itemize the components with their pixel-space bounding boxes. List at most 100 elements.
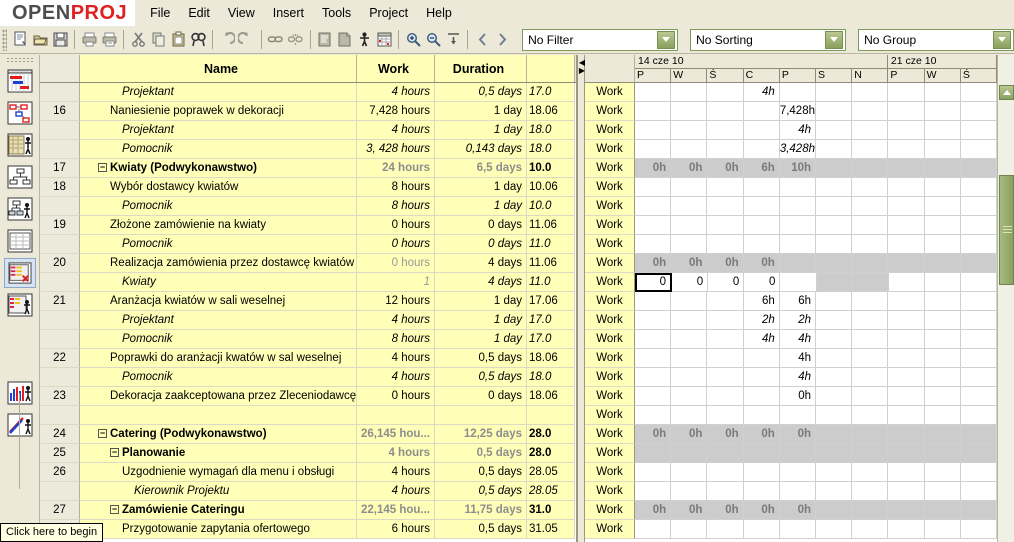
usage-grid-cell[interactable] <box>816 83 852 102</box>
usage-grid-cell[interactable] <box>925 482 961 501</box>
usage-grid-cell[interactable]: 0h <box>744 501 780 520</box>
row-start-cell[interactable]: 17.0 <box>527 311 575 330</box>
row-id-cell[interactable]: 27 <box>40 501 80 520</box>
usage-grid-cell[interactable]: 0h <box>635 501 671 520</box>
row-duration-cell[interactable]: 0,5 days <box>435 444 527 463</box>
zoom-out-icon[interactable] <box>423 28 443 52</box>
collapse-icon[interactable]: − <box>110 448 119 457</box>
work-label-cell[interactable]: Work <box>585 140 635 159</box>
row-duration-cell[interactable]: 0 days <box>435 387 527 406</box>
prev-icon[interactable] <box>472 28 492 52</box>
row-duration-cell[interactable]: 1 day <box>435 102 527 121</box>
table-row[interactable] <box>40 406 576 425</box>
usage-grid-row[interactable]: 2h2h <box>635 311 997 330</box>
filter-combo[interactable]: No Filter <box>522 29 678 51</box>
usage-grid-cell[interactable] <box>888 482 924 501</box>
work-label-cell[interactable]: Work <box>585 311 635 330</box>
usage-grid-cell[interactable] <box>635 216 671 235</box>
row-work-cell[interactable]: 26,145 hou... <box>357 425 435 444</box>
usage-grid-row[interactable] <box>635 216 997 235</box>
menu-insert[interactable]: Insert <box>264 3 313 23</box>
row-duration-cell[interactable]: 0,5 days <box>435 368 527 387</box>
row-id-cell[interactable]: 25 <box>40 444 80 463</box>
usage-grid-cell[interactable] <box>780 463 816 482</box>
row-id-cell[interactable]: 24 <box>40 425 80 444</box>
notes-icon[interactable] <box>334 28 354 52</box>
usage-grid-cell[interactable]: 3,428h <box>780 140 816 159</box>
usage-grid-cell[interactable] <box>961 197 997 216</box>
usage-grid-cell[interactable] <box>888 425 924 444</box>
usage-grid-cell[interactable] <box>925 387 961 406</box>
usage-grid-cell[interactable] <box>671 368 707 387</box>
usage-grid-cell[interactable] <box>852 330 888 349</box>
usage-grid-cell[interactable] <box>961 368 997 387</box>
usage-grid-cell[interactable] <box>635 406 671 425</box>
usage-grid-cell[interactable] <box>635 235 671 254</box>
row-start-cell[interactable]: 11.0 <box>527 273 575 292</box>
usage-grid-cell[interactable] <box>852 254 888 273</box>
open-icon[interactable] <box>30 28 50 52</box>
row-work-cell[interactable]: 1 <box>357 273 435 292</box>
row-work-cell[interactable] <box>357 406 435 425</box>
usage-grid-cell[interactable] <box>961 311 997 330</box>
row-name-cell[interactable]: Wybór dostawcy kwiatów <box>80 178 357 197</box>
usage-grid-cell[interactable] <box>671 216 707 235</box>
row-name-cell[interactable]: Pomocnik <box>80 235 357 254</box>
sidebar-item-rbs[interactable] <box>4 194 36 224</box>
usage-grid-cell[interactable] <box>852 159 888 178</box>
print-preview-icon[interactable] <box>99 28 119 52</box>
table-row[interactable]: Projektant4 hours1 day17.0 <box>40 311 576 330</box>
assign-resources-icon[interactable] <box>354 28 374 52</box>
row-duration-cell[interactable]: 1 day <box>435 121 527 140</box>
usage-grid-cell[interactable] <box>853 273 889 292</box>
row-name-cell[interactable]: Złożone zamówienie na kwiaty <box>80 216 357 235</box>
usage-grid-cell[interactable] <box>816 482 852 501</box>
usage-grid-cell[interactable] <box>707 197 743 216</box>
work-label-cell[interactable]: Work <box>585 83 635 102</box>
usage-grid-cell[interactable] <box>852 216 888 235</box>
row-duration-cell[interactable]: 6,5 days <box>435 159 527 178</box>
usage-grid-cell[interactable] <box>888 520 924 539</box>
row-start-cell[interactable]: 28.0 <box>527 425 575 444</box>
usage-grid-row[interactable]: 4h4h <box>635 330 997 349</box>
row-start-cell[interactable]: 28.05 <box>527 463 575 482</box>
usage-grid-cell[interactable]: 6h <box>744 292 780 311</box>
usage-grid-cell[interactable] <box>852 387 888 406</box>
work-label-cell[interactable]: Work <box>585 121 635 140</box>
column-header-work[interactable]: Work <box>357 55 435 82</box>
row-duration-cell[interactable]: 1 day <box>435 178 527 197</box>
usage-grid-cell[interactable] <box>816 216 852 235</box>
usage-grid-cell[interactable] <box>925 83 961 102</box>
row-work-cell[interactable]: 4 hours <box>357 311 435 330</box>
usage-grid-cell[interactable]: 4h <box>744 83 780 102</box>
usage-grid-cell[interactable] <box>852 444 888 463</box>
usage-grid-cell[interactable] <box>852 292 888 311</box>
row-start-cell[interactable]: 18.0 <box>527 368 575 387</box>
usage-grid-cell[interactable]: 0h <box>671 159 707 178</box>
usage-grid-cell[interactable] <box>852 482 888 501</box>
work-label-cell[interactable]: Work <box>585 444 635 463</box>
usage-grid-cell[interactable] <box>671 520 707 539</box>
usage-grid-row[interactable]: 0h <box>635 387 997 406</box>
row-duration-cell[interactable] <box>435 406 527 425</box>
sidebar-item-wbs[interactable] <box>4 162 36 192</box>
scrollbar-thumb[interactable] <box>999 175 1014 285</box>
row-duration-cell[interactable]: 4 days <box>435 273 527 292</box>
usage-grid-cell[interactable]: 0h <box>780 425 816 444</box>
usage-grid-cell[interactable] <box>744 482 780 501</box>
table-row[interactable]: Projektant4 hours1 day18.0 <box>40 121 576 140</box>
row-start-cell[interactable]: 17.0 <box>527 83 575 102</box>
row-start-cell[interactable]: 11.06 <box>527 216 575 235</box>
usage-grid-cell[interactable] <box>852 83 888 102</box>
usage-grid-cell[interactable]: 7,428h <box>780 102 816 121</box>
scroll-up-icon[interactable] <box>999 85 1014 100</box>
usage-grid-cell[interactable] <box>707 368 743 387</box>
find-icon[interactable] <box>188 28 208 52</box>
usage-grid-row[interactable]: 0h0h0h0h0h <box>635 501 997 520</box>
usage-grid-cell[interactable] <box>707 102 743 121</box>
usage-grid-cell[interactable] <box>961 273 997 292</box>
row-start-cell[interactable]: 10.0 <box>527 197 575 216</box>
usage-grid-row[interactable] <box>635 178 997 197</box>
row-id-cell[interactable] <box>40 406 80 425</box>
work-label-cell[interactable]: Work <box>585 368 635 387</box>
